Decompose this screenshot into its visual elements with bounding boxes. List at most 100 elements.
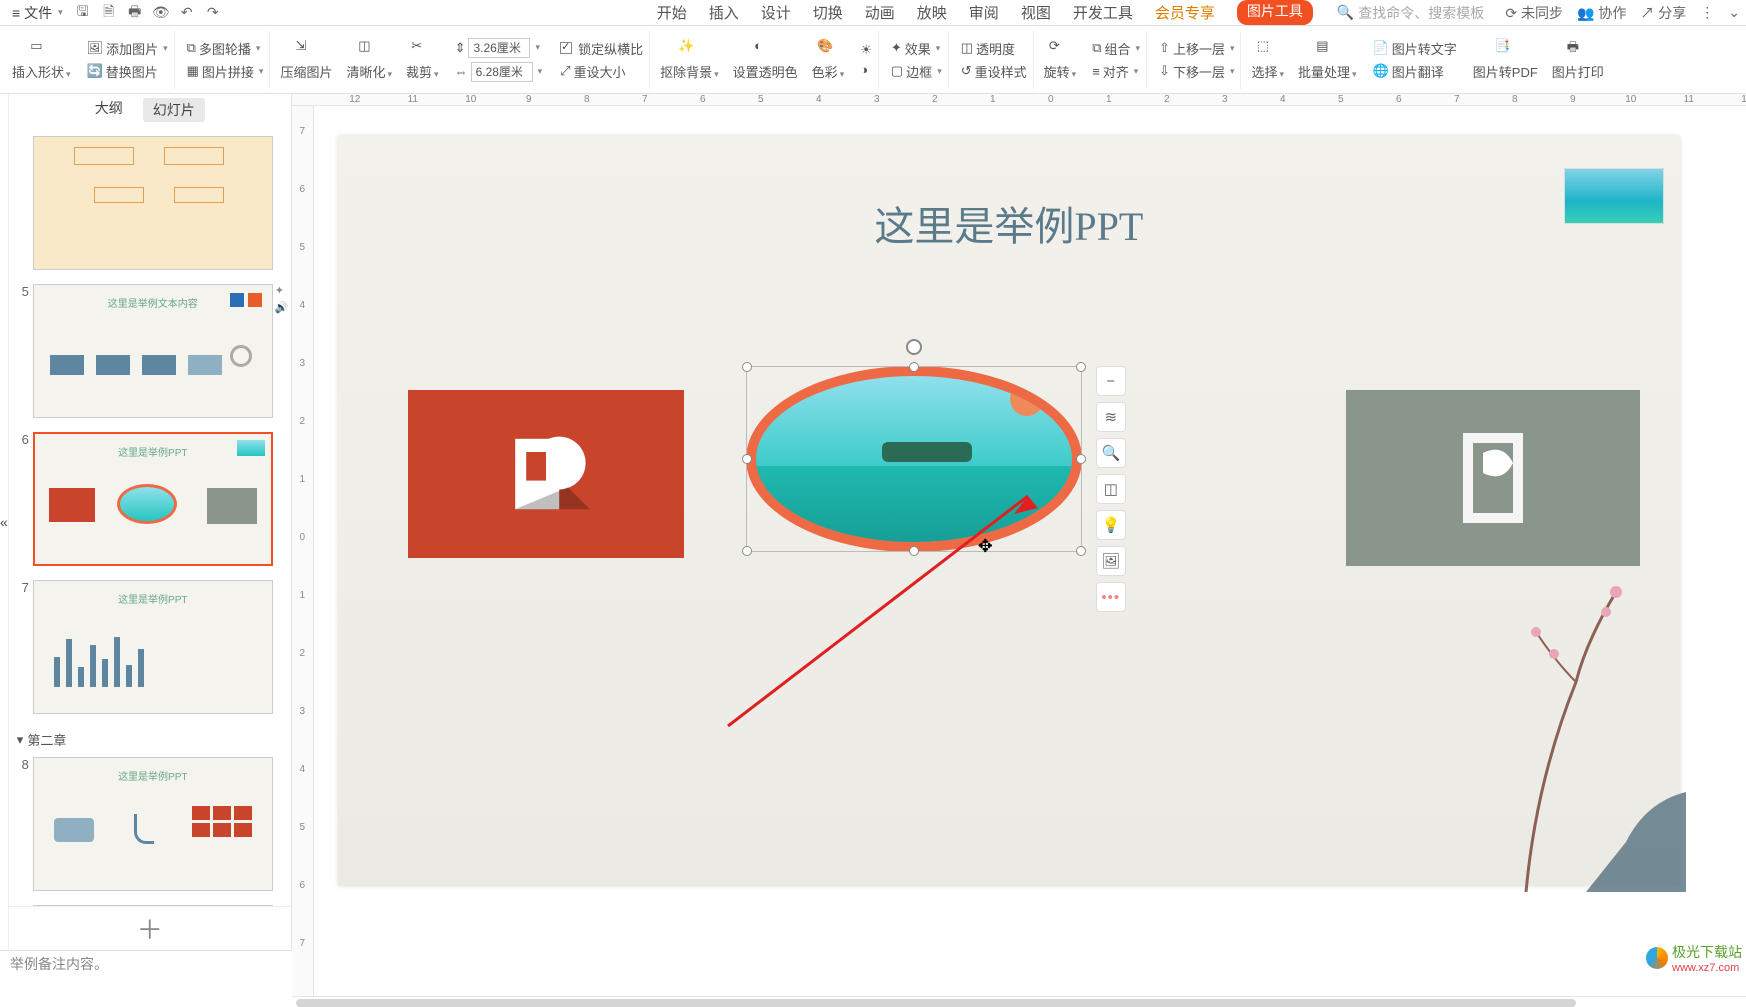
layers-icon[interactable]: ≋ [1096,402,1126,432]
crop-button[interactable]: ✂裁剪▾ [402,38,443,81]
redo-icon[interactable]: ↷ [205,5,221,21]
down-layer-button[interactable]: ⇩ 下移一层▾ [1159,62,1234,81]
tab-dev[interactable]: 开发工具 [1073,0,1133,25]
share-button[interactable]: ↗ 分享 [1640,3,1686,23]
translate-button[interactable]: 🌐 图片翻译 [1373,62,1457,81]
select-button[interactable]: ⬚选择▾ [1247,38,1288,81]
slide-thumb-9[interactable]: 9 [9,905,291,906]
tab-picture-tools[interactable]: 图片工具 [1237,0,1313,25]
lock-ratio-checkbox[interactable]: 锁定纵横比 [560,39,643,58]
resize-handle[interactable] [909,546,919,556]
resize-handle[interactable] [742,362,752,372]
tab-member[interactable]: 会员专享 [1155,0,1215,25]
border-button[interactable]: ▢ 边框▾ [891,62,942,81]
undo-icon[interactable]: ↶ [179,5,195,21]
sync-button[interactable]: ⟳ 未同步 [1505,3,1563,23]
compress-button[interactable]: ⇲压缩图片 [276,38,336,81]
save-icon[interactable]: 🖫 [75,5,91,21]
slide-thumb-4[interactable] [9,136,291,270]
resize-handle[interactable] [909,362,919,372]
tab-start[interactable]: 开始 [657,0,687,25]
resize-handle[interactable] [1076,362,1086,372]
resize-handle[interactable] [1076,454,1086,464]
slide-canvas[interactable]: 这里是举例PPT [338,136,1680,886]
clarity-button[interactable]: ◫清晰化▾ [342,38,396,81]
slide-number: 7 [9,580,33,595]
watermark: 极光下载站 www.xz7.com [1646,942,1742,974]
stage[interactable]: 这里是举例PPT [314,106,1746,996]
anim-icon: ✦ [275,284,291,297]
tab-design[interactable]: 设计 [761,0,791,25]
image-tile-button[interactable]: ▦ 图片拼接▾ [187,62,264,81]
tab-view[interactable]: 视图 [1021,0,1051,25]
mini-title: 这里是举例PPT [34,591,272,606]
print-preview-icon[interactable]: 👁 [153,5,169,21]
remove-bg-button[interactable]: ✨抠除背景▾ [656,38,723,81]
slide-title[interactable]: 这里是举例PPT [338,194,1680,252]
rotate-button[interactable]: ⟳旋转▾ [1040,38,1081,81]
corner-image[interactable] [1564,168,1664,224]
slides-tab[interactable]: 幻灯片 [143,98,205,122]
transparency-button[interactable]: ◫ 透明度 [961,39,1027,58]
file-menu[interactable]: ≡ 文件 ▾ [6,3,69,23]
up-layer-button[interactable]: ⇧ 上移一层▾ [1159,39,1234,58]
multi-crop-button[interactable]: ⧉ 多图轮播▾ [187,39,264,58]
tab-animation[interactable]: 动画 [865,0,895,25]
save-as-icon[interactable]: 🗎 [101,5,117,21]
minus-icon[interactable]: − [1096,366,1126,396]
grey-image[interactable] [1346,390,1640,566]
effect-button[interactable]: ✦ 效果▾ [891,39,942,58]
rotate-handle[interactable] [906,339,922,355]
reset-style-button[interactable]: ↺ 重设样式 [961,62,1027,81]
to-pdf-button[interactable]: 📑图片转PDF [1469,38,1542,81]
contrast-button[interactable]: ◑ [860,62,872,77]
resize-handle[interactable] [1076,546,1086,556]
collapse-left[interactable]: « [0,94,9,950]
more-icon[interactable]: ⋮ [1700,4,1714,21]
horizontal-scrollbar[interactable] [292,996,1746,997]
resize-handle[interactable] [742,546,752,556]
set-transparent-button[interactable]: ◐设置透明色 [729,38,802,81]
tab-slideshow[interactable]: 放映 [917,0,947,25]
file-label: 文件 [24,3,52,23]
width-input[interactable]: ⇔ 6.28厘米▾ [455,62,543,82]
collab-button[interactable]: 👥 协作 [1577,3,1626,23]
tab-insert[interactable]: 插入 [709,0,739,25]
outline-tab[interactable]: 大纲 [95,98,123,122]
selection-frame[interactable] [746,366,1082,552]
to-text-button[interactable]: 📄 图片转文字 [1373,39,1457,58]
bulb-icon[interactable]: 💡 [1096,510,1126,540]
reset-size-button[interactable]: ⤢ 重设大小 [560,62,643,81]
slide-thumb-5[interactable]: 5 这里是举例文本内容 ✦🔊 [9,284,291,418]
add-image-button[interactable]: 🖼 添加图片▾ [87,39,168,58]
color-button[interactable]: 🎨色彩▾ [808,38,849,81]
expand-icon[interactable]: ⌄ [1728,4,1740,21]
combine-button[interactable]: ⧉ 组合▾ [1092,39,1140,58]
replace-icon[interactable]: 🖼 [1096,546,1126,576]
zoom-icon[interactable]: 🔍 [1096,438,1126,468]
add-slide-button[interactable]: ＋ [9,906,291,950]
powerpoint-image[interactable] [408,390,684,558]
more-icon[interactable]: ••• [1096,582,1126,612]
brightness-button[interactable]: ☀ [860,42,872,58]
height-input[interactable]: ⇕ 3.26厘米▾ [455,38,543,58]
print-icon[interactable]: 🖶 [127,5,143,21]
batch-button[interactable]: ▤批量处理▾ [1294,38,1361,81]
slide-thumb-7[interactable]: 7 这里是举例PPT [9,580,291,714]
search-box[interactable]: 🔍 查找命令、搜索模板 [1337,3,1484,23]
tab-transition[interactable]: 切换 [813,0,843,25]
resize-handle[interactable] [742,454,752,464]
slide-thumb-6[interactable]: 6 这里是举例PPT [9,432,291,566]
align-button[interactable]: ≡ 对齐▾ [1092,62,1140,81]
ruler-horizontal: 1211109876543210123456789101112 [292,94,1746,106]
replace-image-button[interactable]: 🔄 替换图片 [87,62,168,81]
slide-thumb-8[interactable]: 8 这里是举例PPT [9,757,291,891]
crop-icon[interactable]: ◫ [1096,474,1126,504]
decoration-branches [1466,562,1686,892]
tab-review[interactable]: 审阅 [969,0,999,25]
print-image-button[interactable]: 🖶图片打印 [1548,38,1608,81]
scroll-thumb[interactable] [296,999,1576,1007]
insert-shape-button[interactable]: ▭插入形状▾ [8,38,75,81]
canvas-wrap: 1211109876543210123456789101112 76543210… [292,94,1746,950]
section-header[interactable]: ▾ 第二章 [9,728,291,751]
